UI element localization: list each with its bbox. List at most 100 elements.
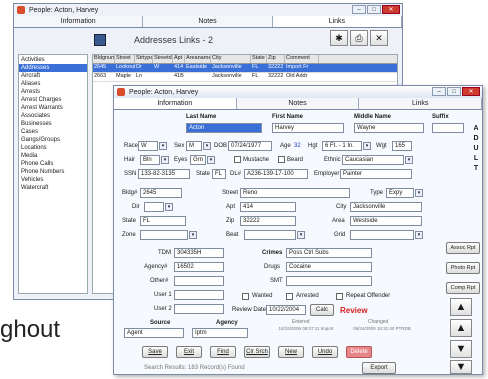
height-dropdown-icon[interactable]: ▾ xyxy=(363,142,371,150)
tdm-input[interactable]: 304335H xyxy=(174,248,224,258)
sidebar-item[interactable]: Arrests xyxy=(19,88,87,96)
sidebar-item[interactable]: Locations xyxy=(19,144,87,152)
drugs-input[interactable]: Cocaine xyxy=(286,262,372,272)
apt-input[interactable]: 414 xyxy=(240,202,296,212)
tab-information[interactable]: Information xyxy=(114,98,237,109)
add-link-icon[interactable]: ✱ xyxy=(330,30,348,46)
sidebar-item[interactable]: Associates xyxy=(19,112,87,120)
exit-button[interactable]: Exit xyxy=(176,346,202,358)
city-input[interactable]: Jacksonville xyxy=(350,202,422,212)
grid-column-header[interactable]: Streetdir xyxy=(153,55,173,63)
race-dropdown-icon[interactable]: ▾ xyxy=(159,142,167,150)
street-input[interactable]: Reno xyxy=(240,188,350,198)
sidebar-item[interactable]: Cases xyxy=(19,128,87,136)
dir-select[interactable] xyxy=(144,202,164,212)
zone-dropdown-icon[interactable]: ▾ xyxy=(189,231,197,239)
front-window-titlebar[interactable]: People: Acton, Harvey – □ ✕ xyxy=(114,86,482,98)
hair-select[interactable]: Bln xyxy=(140,155,160,165)
comp-report-button[interactable]: Comp Rpt xyxy=(446,282,480,294)
dob-input[interactable]: 07/24/1977 xyxy=(228,141,272,151)
close-icon[interactable]: ✕ xyxy=(462,87,480,96)
race-select[interactable]: W xyxy=(138,141,158,151)
grid-column-header[interactable]: State xyxy=(251,55,267,63)
photo-report-button[interactable]: Photo Rpt xyxy=(446,262,480,274)
delete-button[interactable]: Delete xyxy=(346,346,372,358)
new-button[interactable]: New xyxy=(278,346,304,358)
repeat-offender-checkbox[interactable] xyxy=(336,293,343,300)
maximize-icon[interactable]: □ xyxy=(447,87,461,96)
beat-dropdown-icon[interactable]: ▾ xyxy=(297,231,305,239)
mustache-checkbox[interactable] xyxy=(234,156,241,163)
sex-dropdown-icon[interactable]: ▾ xyxy=(203,142,211,150)
maximize-icon[interactable]: □ xyxy=(367,5,381,14)
source-input[interactable]: Agent xyxy=(124,328,184,338)
table-row[interactable]: 2645 Lookout Dr W 414 Eastside Jacksonville FL 3… xyxy=(93,64,397,73)
ssn-input[interactable]: 133-82-3135 xyxy=(138,169,190,179)
minimize-icon[interactable]: – xyxy=(432,87,446,96)
weight-input[interactable]: 165 xyxy=(392,141,412,151)
type-dropdown-icon[interactable]: ▾ xyxy=(415,189,423,197)
agency-input[interactable]: Iptm xyxy=(192,328,248,338)
middle-name-input[interactable]: Wayne xyxy=(354,123,424,133)
last-record-icon[interactable]: ▼ xyxy=(450,360,472,374)
arrested-checkbox[interactable] xyxy=(286,293,293,300)
close-icon[interactable]: ✕ xyxy=(382,5,400,14)
eyes-dropdown-icon[interactable]: ▾ xyxy=(207,156,215,164)
ethnic-select[interactable]: Caucasian xyxy=(342,155,404,165)
grid-select[interactable] xyxy=(350,230,414,240)
sidebar-item[interactable]: Aircraft xyxy=(19,72,87,80)
sidebar-item[interactable]: Arrest Charges xyxy=(19,96,87,104)
sidebar-item[interactable]: Gangs/Groups xyxy=(19,136,87,144)
print-icon[interactable]: ⎙ xyxy=(350,30,368,46)
eyes-select[interactable]: Grn xyxy=(190,155,206,165)
other-number-input[interactable] xyxy=(174,276,224,286)
smt-input[interactable] xyxy=(286,276,372,286)
table-row[interactable]: 2663 Maple Ln 41B Jacksonville FL 32222 Old Add… xyxy=(93,73,397,82)
type-select[interactable]: Expy xyxy=(386,188,414,198)
tab-notes[interactable]: Notes xyxy=(236,98,360,109)
sex-select[interactable]: M xyxy=(186,141,202,151)
minimize-icon[interactable]: – xyxy=(352,5,366,14)
employer-input[interactable]: Painter xyxy=(340,169,412,179)
tab-notes[interactable]: Notes xyxy=(143,16,273,27)
grid-dropdown-icon[interactable]: ▾ xyxy=(415,231,423,239)
beard-checkbox[interactable] xyxy=(278,156,285,163)
grid-column-header[interactable]: Bldgnum xyxy=(93,55,115,63)
sidebar-item[interactable]: Businesses xyxy=(19,120,87,128)
crimes-input[interactable]: Poss Ctrl Subs xyxy=(286,248,372,258)
grid-column-header[interactable]: Apt xyxy=(173,55,185,63)
grid-column-header[interactable]: Areaname xyxy=(185,55,211,63)
tab-links[interactable]: Links xyxy=(359,98,483,109)
height-select[interactable]: 6 Ft. - 1 In. xyxy=(322,141,362,151)
ethnic-dropdown-icon[interactable]: ▾ xyxy=(405,156,413,164)
grid-column-header[interactable]: Strtype xyxy=(135,55,153,63)
state-input[interactable]: FL xyxy=(212,169,226,179)
review-date-input[interactable]: 10/22/2004 xyxy=(266,305,306,315)
sidebar-item[interactable]: Addresses xyxy=(19,64,87,72)
address-state-input[interactable]: FL xyxy=(140,216,186,226)
next-record-icon[interactable]: ▼ xyxy=(450,340,472,358)
beat-select[interactable] xyxy=(244,230,296,240)
sidebar-item[interactable]: Arrest Warrants xyxy=(19,104,87,112)
bldg-input[interactable]: 2645 xyxy=(140,188,182,198)
grid-column-header[interactable]: Comment xyxy=(285,55,319,63)
tab-information[interactable]: Information xyxy=(14,16,144,27)
remove-link-icon[interactable]: ✕ xyxy=(370,30,388,46)
first-name-input[interactable]: Harvey xyxy=(272,123,344,133)
sidebar-item[interactable]: Vehicles xyxy=(19,176,87,184)
wanted-checkbox[interactable] xyxy=(242,293,249,300)
sidebar-item[interactable]: Activities xyxy=(19,56,87,64)
assoc-report-button[interactable]: Assoc Rpt xyxy=(446,242,480,254)
zip-input[interactable]: 32222 xyxy=(240,216,296,226)
agency-number-input[interactable]: 16502 xyxy=(174,262,224,272)
first-record-icon[interactable]: ▲ xyxy=(450,298,472,316)
suffix-input[interactable] xyxy=(432,123,464,133)
calc-button[interactable]: Calc xyxy=(310,304,334,316)
hair-dropdown-icon[interactable]: ▾ xyxy=(161,156,169,164)
sidebar-item[interactable]: Media xyxy=(19,152,87,160)
prev-record-icon[interactable]: ▲ xyxy=(450,319,472,337)
sidebar-item[interactable]: Watercraft xyxy=(19,184,87,192)
last-name-input[interactable]: Acton xyxy=(186,123,262,133)
grid-column-header[interactable]: City xyxy=(211,55,251,63)
clear-search-button[interactable]: Clr Srch xyxy=(244,346,270,358)
